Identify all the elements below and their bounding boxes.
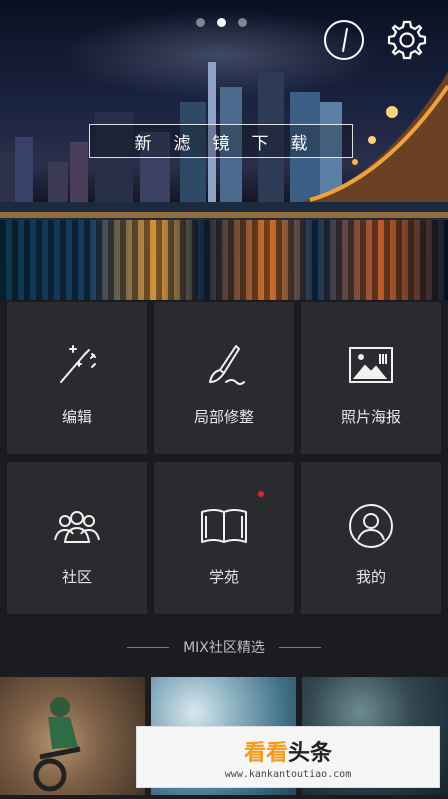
tile-local-retouch[interactable]: 局部修整: [154, 302, 294, 454]
watermark-title: 看看头条: [243, 740, 333, 766]
carousel-dot-active[interactable]: [217, 18, 226, 27]
hero-banner[interactable]: 新滤镜下载: [0, 0, 448, 300]
tile-mine[interactable]: 我的: [301, 462, 441, 614]
tile-label: 我的: [355, 568, 386, 586]
section-title: MIX社区精选: [183, 640, 265, 656]
banner-text: 新滤镜下载: [134, 133, 330, 154]
community-icon: [54, 511, 100, 543]
new-filter-download-banner[interactable]: 新滤镜下载: [89, 124, 353, 158]
carousel-indicator: [196, 18, 247, 27]
tile-photo-poster[interactable]: 照片海报: [301, 302, 441, 454]
tile-label: 照片海报: [340, 408, 401, 426]
community-picks-header: MIX社区精选: [0, 636, 448, 658]
tile-label: 局部修整: [193, 408, 254, 426]
tile-community[interactable]: 社区: [7, 462, 147, 614]
notification-dot: [258, 491, 264, 497]
poster-icon: [349, 347, 393, 383]
tile-label: 编辑: [61, 408, 92, 426]
camera-shutter-icon[interactable]: [324, 20, 364, 60]
tile-edit[interactable]: 编辑: [7, 302, 147, 454]
settings-gear-icon[interactable]: [386, 19, 428, 61]
profile-icon: [349, 504, 393, 548]
brush-icon: [209, 345, 245, 385]
tile-label: 学苑: [208, 568, 239, 586]
thumbnail-motocross[interactable]: [0, 677, 145, 795]
tile-label: 社区: [61, 568, 92, 586]
city-water-reflection: [0, 220, 448, 300]
magic-wand-icon: [60, 345, 96, 383]
watermark-url: www.kankantoutiao.com: [224, 768, 352, 780]
divider-left: [127, 646, 170, 648]
divider-right: [278, 646, 321, 648]
watermark-logo: 看看头条 www.kankantoutiao.com: [136, 726, 440, 788]
book-icon: [201, 509, 247, 543]
motocross-rider-image: [33, 697, 81, 792]
tile-academy[interactable]: 学苑: [154, 462, 294, 614]
carousel-dot[interactable]: [238, 18, 247, 27]
carousel-dot[interactable]: [196, 18, 205, 27]
